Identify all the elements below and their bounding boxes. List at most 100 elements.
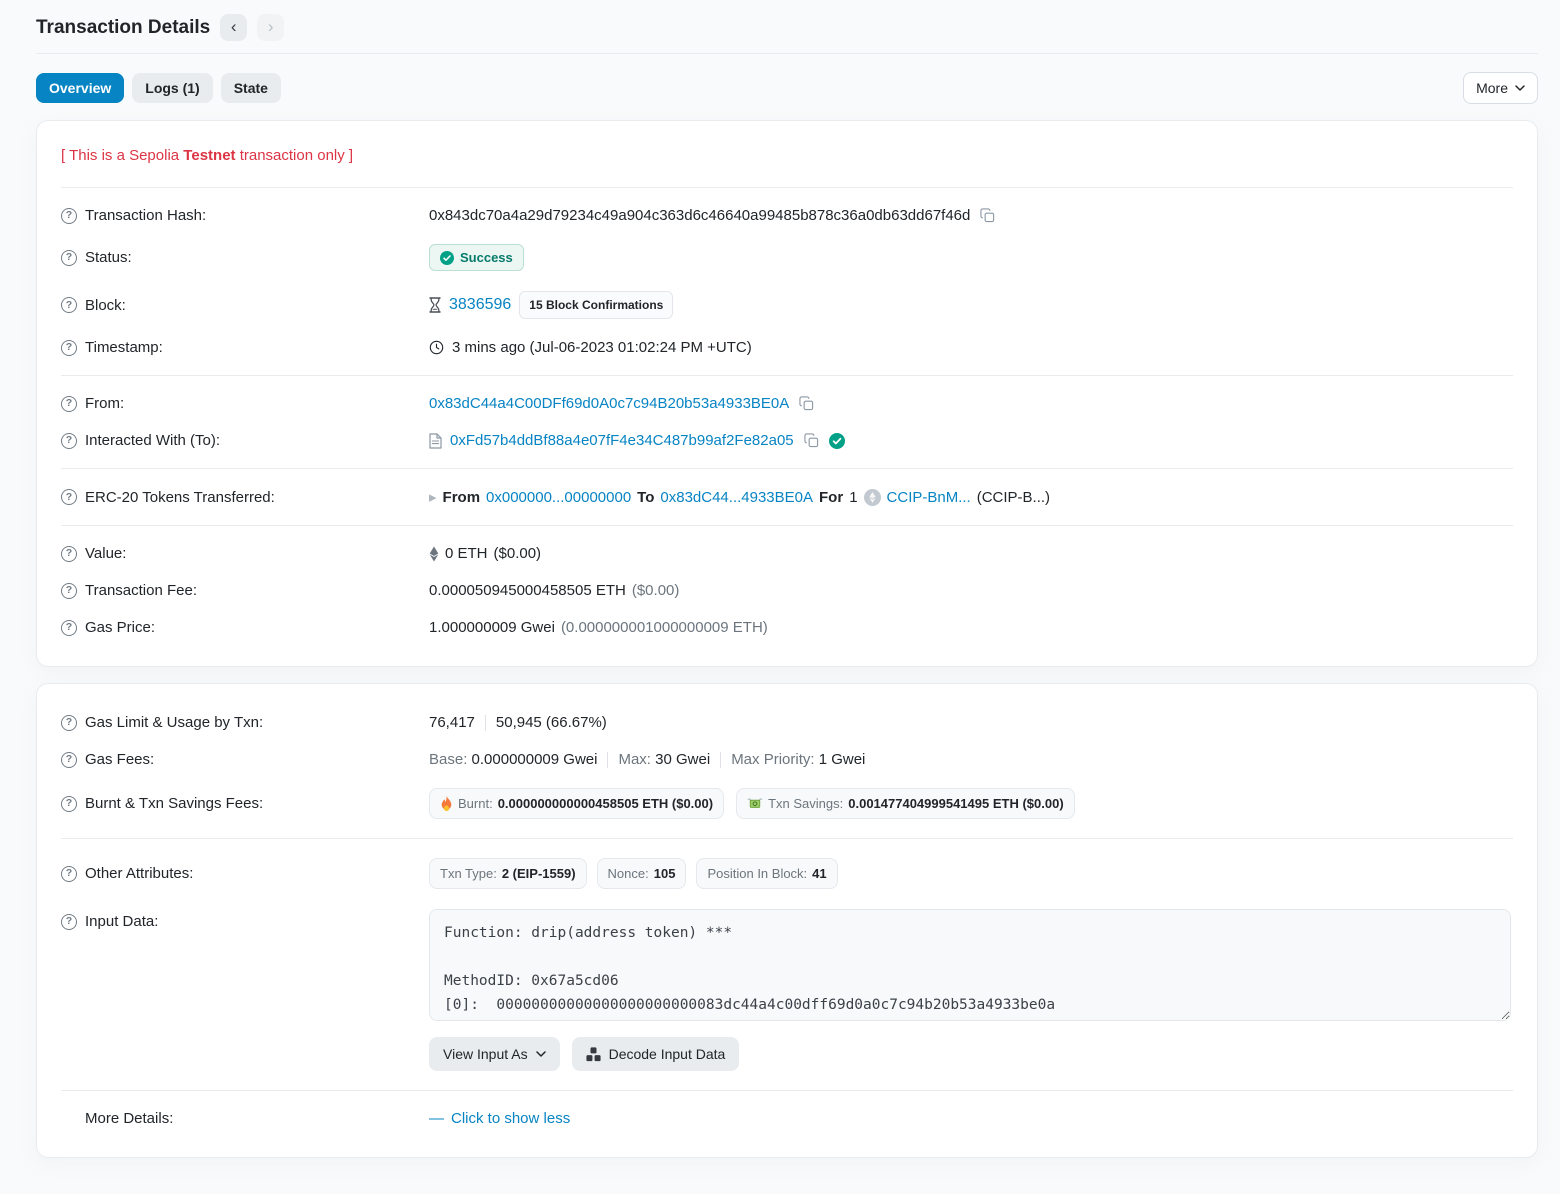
page-header: Transaction Details ‹ ›	[36, 6, 1538, 53]
interacted-with-row: ? Interacted With (To): 0xFd57b4ddBf88a4…	[61, 422, 1513, 459]
help-icon[interactable]: ?	[61, 396, 77, 412]
tab-logs[interactable]: Logs (1)	[132, 73, 212, 103]
divider	[61, 525, 1513, 526]
other-attributes-row: ? Other Attributes: Txn Type: 2 (EIP-155…	[61, 848, 1513, 899]
divider	[61, 187, 1513, 188]
caret-right-icon: ▸	[429, 488, 437, 506]
burnt-value: 0.000000000000458505 ETH ($0.00)	[498, 796, 713, 811]
transfer-amount: 1	[849, 489, 857, 506]
check-circle-icon	[440, 251, 454, 265]
gas-price-row: ? Gas Price: 1.000000009 Gwei (0.0000000…	[61, 609, 1513, 646]
token-icon	[864, 489, 881, 506]
token-name-link[interactable]: CCIP-BnM...	[887, 489, 971, 506]
show-less-link[interactable]: — Click to show less	[429, 1110, 570, 1127]
chevron-down-icon	[536, 1051, 546, 1057]
tab-state[interactable]: State	[221, 73, 281, 103]
tab-overview[interactable]: Overview	[36, 73, 124, 103]
from-row: ? From: 0x83dC44a4C00DFf69d0A0c7c94B20b5…	[61, 385, 1513, 422]
previous-transaction-button[interactable]: ‹	[220, 14, 247, 41]
gas-usage-value: 50,945 (66.67%)	[496, 714, 607, 731]
max-fee-value: 30 Gwei	[655, 751, 710, 768]
input-data-label: Input Data:	[85, 913, 158, 930]
help-icon[interactable]: ?	[61, 297, 77, 313]
burnt-savings-row: ? Burnt & Txn Savings Fees: Burnt: 0.000…	[61, 778, 1513, 829]
help-icon[interactable]: ?	[61, 796, 77, 812]
status-badge-label: Success	[460, 250, 513, 265]
transaction-hash-label: Transaction Hash:	[85, 207, 206, 224]
token-symbol: (CCIP-B...)	[977, 489, 1050, 506]
from-label: From:	[85, 395, 124, 412]
divider	[61, 468, 1513, 469]
gas-limit-value: 76,417	[429, 714, 475, 731]
timestamp-row: ? Timestamp: 3 mins ago (Jul-06-2023 01:…	[61, 329, 1513, 366]
help-icon[interactable]: ?	[61, 583, 77, 599]
block-confirmations-badge: 15 Block Confirmations	[519, 291, 673, 319]
help-icon[interactable]: ?	[61, 914, 77, 930]
hourglass-icon	[429, 297, 441, 313]
decode-input-data-button[interactable]: Decode Input Data	[572, 1037, 740, 1071]
transaction-fee-usd: ($0.00)	[632, 582, 680, 599]
more-button[interactable]: More	[1463, 72, 1538, 104]
erc20-transfers-row: ? ERC-20 Tokens Transferred: ▸ From 0x00…	[61, 478, 1513, 516]
copy-icon[interactable]	[797, 396, 816, 411]
copy-icon[interactable]	[802, 433, 821, 448]
help-icon[interactable]: ?	[61, 866, 77, 882]
txn-savings-label: Txn Savings:	[768, 796, 843, 811]
input-data-textarea[interactable]: Function: drip(address token) *** Method…	[429, 909, 1511, 1021]
overview-card: [ This is a Sepolia Testnet transaction …	[36, 120, 1538, 667]
money-wings-icon	[747, 797, 763, 810]
txn-type-label: Txn Type:	[440, 866, 497, 881]
help-icon[interactable]: ?	[61, 340, 77, 356]
transfer-from-address-link[interactable]: 0x000000...00000000	[486, 489, 631, 506]
collapse-dash-icon: —	[429, 1110, 444, 1127]
help-icon[interactable]: ?	[61, 752, 77, 768]
separator	[720, 752, 721, 768]
base-fee-value: 0.000000009 Gwei	[472, 751, 598, 768]
block-label: Block:	[85, 297, 126, 314]
value-usd: ($0.00)	[494, 545, 542, 562]
timestamp-value: 3 mins ago (Jul-06-2023 01:02:24 PM +UTC…	[452, 339, 752, 356]
interacted-with-address-link[interactable]: 0xFd57b4ddBf88a4e07fF4e34C487b99af2Fe82a…	[450, 432, 794, 449]
help-icon[interactable]: ?	[61, 715, 77, 731]
value-label: Value:	[85, 545, 126, 562]
value-amount: 0 ETH	[445, 545, 488, 562]
from-address-link[interactable]: 0x83dC44a4C00DFf69d0A0c7c94B20b53a4933BE…	[429, 395, 789, 412]
next-transaction-button[interactable]: ›	[257, 14, 284, 41]
divider	[61, 375, 1513, 376]
view-input-as-button[interactable]: View Input As	[429, 1037, 560, 1071]
transfer-to-label: To	[637, 489, 654, 506]
erc20-transfers-label: ERC-20 Tokens Transferred:	[85, 489, 275, 506]
gas-limit-label: Gas Limit & Usage by Txn:	[85, 714, 263, 731]
nonce-badge: Nonce: 105	[597, 858, 687, 889]
copy-icon[interactable]	[978, 208, 997, 223]
burnt-label: Burnt:	[458, 796, 493, 811]
input-data-actions: View Input As Decode Input Data	[429, 1037, 1513, 1071]
help-icon[interactable]: ?	[61, 433, 77, 449]
max-priority-fee-label: Max Priority:	[731, 751, 814, 768]
details-card: ? Gas Limit & Usage by Txn: 76,417 50,94…	[36, 683, 1538, 1158]
gas-price-label: Gas Price:	[85, 619, 155, 636]
help-icon[interactable]: ?	[61, 250, 77, 266]
divider	[61, 1090, 1513, 1091]
interacted-with-label: Interacted With (To):	[85, 432, 220, 449]
txn-type-value: 2 (EIP-1559)	[502, 866, 576, 881]
transaction-hash-value: 0x843dc70a4a29d79234c49a904c363d6c46640a…	[429, 207, 970, 224]
more-button-label: More	[1476, 80, 1508, 96]
position-in-block-label: Position In Block:	[707, 866, 807, 881]
help-icon[interactable]: ?	[61, 620, 77, 636]
block-number-link[interactable]: 3836596	[449, 296, 511, 314]
transfer-to-address-link[interactable]: 0x83dC44...4933BE0A	[660, 489, 813, 506]
value-row: ? Value: 0 ETH ($0.00)	[61, 535, 1513, 572]
view-input-as-label: View Input As	[443, 1046, 528, 1062]
burnt-savings-label: Burnt & Txn Savings Fees:	[85, 795, 263, 812]
help-icon[interactable]: ?	[61, 208, 77, 224]
decode-blocks-icon	[586, 1047, 601, 1062]
fire-icon	[440, 796, 453, 811]
help-icon[interactable]: ?	[61, 489, 77, 505]
help-icon[interactable]: ?	[61, 546, 77, 562]
block-row: ? Block: 3836596 15 Block Confirmations	[61, 281, 1513, 329]
max-fee-label: Max:	[618, 751, 651, 768]
header-divider	[36, 53, 1538, 54]
transfer-from-label: From	[443, 489, 481, 506]
status-badge: Success	[429, 244, 524, 271]
